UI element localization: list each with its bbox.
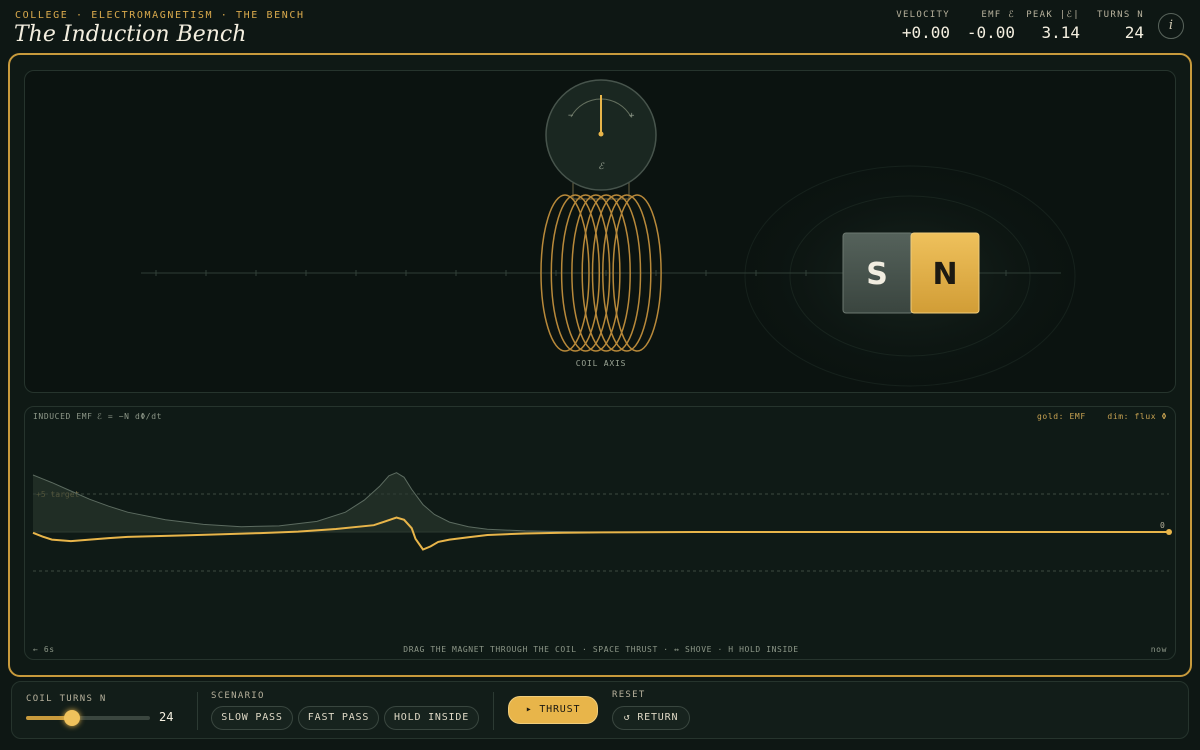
galvanometer-minus: −: [568, 111, 574, 121]
flux-area: [33, 472, 601, 532]
bench-stage: − + ℰ COIL AXIS S N: [24, 70, 1176, 393]
galvanometer-plus: +: [629, 111, 635, 121]
divider: [493, 692, 494, 730]
page-title: The Induction Bench: [14, 22, 247, 47]
emf-current-value: 0: [1160, 521, 1165, 530]
stat-peak: PEAK |ℰ| 3.14: [1026, 10, 1080, 42]
magnet[interactable]: S N: [842, 232, 980, 314]
hold-inside-button[interactable]: HOLD INSIDE: [384, 706, 479, 730]
stat-emf-label: EMF ℰ: [981, 10, 1015, 20]
turns-value: 24: [159, 710, 174, 724]
stat-peak-label: PEAK |ℰ|: [1026, 10, 1080, 20]
emf-line: [32, 516, 1169, 551]
plot-time-right: now: [1150, 645, 1167, 654]
turns-slider-thumb[interactable]: [63, 710, 80, 726]
thrust-button[interactable]: ▸ THRUST: [508, 696, 598, 724]
stat-emf: EMF ℰ -0.00: [967, 10, 1015, 42]
stage-canvas: − + ℰ COIL AXIS S N: [141, 79, 1090, 392]
scenario-label: SCENARIO: [211, 691, 265, 701]
emf-plot: INDUCED EMF ℰ = −N dΦ/dt gold: EMF dim: …: [24, 406, 1176, 660]
fast-pass-button[interactable]: FAST PASS: [298, 706, 379, 730]
stat-turns-value: 24: [1124, 23, 1144, 42]
magnet-south-label: S: [866, 257, 888, 292]
stat-emf-value: -0.00: [966, 23, 1015, 42]
turns-slider-track[interactable]: [26, 710, 150, 726]
plot-hint: DRAG THE MAGNET THROUGH THE COIL · SPACE…: [403, 645, 799, 654]
galvanometer-pivot: [598, 131, 604, 137]
coil-axis-label: COIL AXIS: [576, 359, 627, 368]
emf-current-point: [1166, 529, 1172, 535]
header: COLLEGE · ELECTROMAGNETISM · THE BENCH T…: [0, 0, 1200, 52]
stat-velocity-label: VELOCITY: [896, 10, 950, 20]
breadcrumb: COLLEGE · ELECTROMAGNETISM · THE BENCH: [15, 10, 305, 21]
stat-peak-value: 3.14: [1041, 23, 1080, 42]
stat-turns-label: TURNS N: [1096, 10, 1144, 20]
info-icon[interactable]: i: [1158, 13, 1184, 39]
stat-turns: TURNS N 24: [1097, 10, 1144, 42]
plot-canvas: +5 target 0: [32, 472, 1172, 572]
stat-velocity: VELOCITY +0.00: [896, 10, 950, 42]
turns-label: COIL TURNS N: [26, 694, 107, 704]
controls-bar: COIL TURNS N 24 SCENARIO SLOW PASS FAST …: [11, 681, 1189, 739]
magnet-north-label: N: [932, 257, 957, 292]
divider: [197, 692, 198, 730]
stat-velocity-value: +0.00: [901, 23, 950, 42]
reset-label: RESET: [612, 690, 646, 700]
return-button[interactable]: ↺ RETURN: [612, 706, 690, 730]
slow-pass-button[interactable]: SLOW PASS: [211, 706, 293, 730]
